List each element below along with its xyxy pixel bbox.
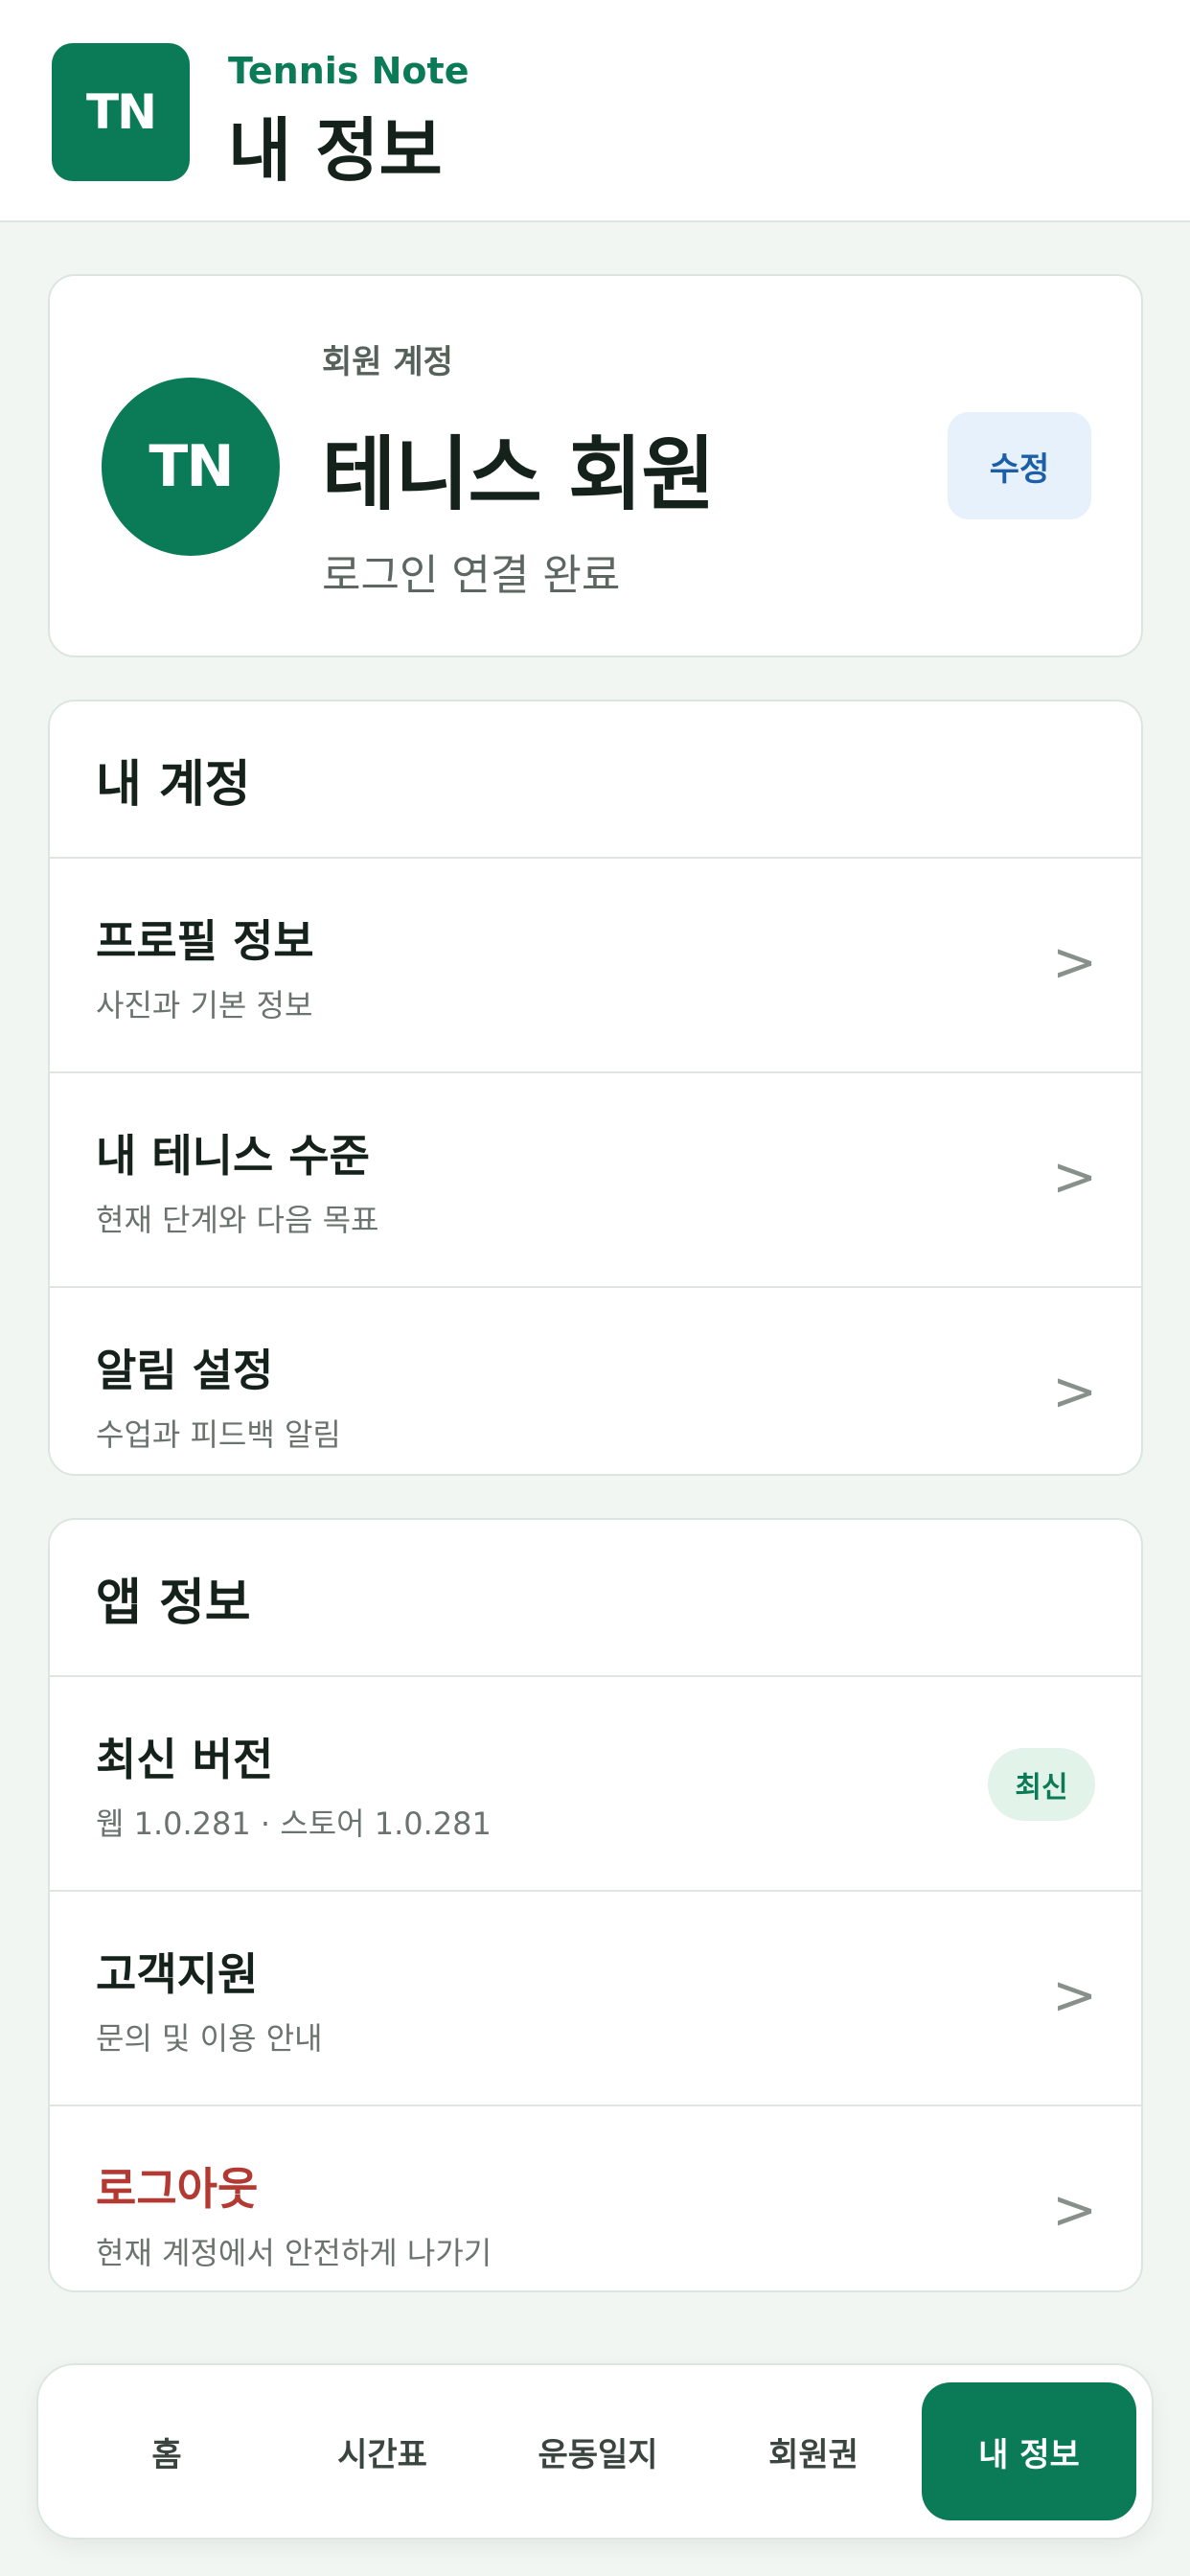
page-title: 내 정보 — [228, 110, 443, 191]
account-label: 회원 계정 — [322, 343, 453, 381]
chevron-right-icon: > — [1052, 2179, 1097, 2242]
menu-item-logout[interactable]: 로그아웃 현재 계정에서 안전하게 나가기 > — [50, 2106, 1141, 2290]
bottom-tab-bar: 홈 시간표 운동일지 회원권 내 정보 — [36, 2363, 1154, 2540]
chevron-right-icon: > — [1052, 1361, 1097, 1423]
menu-item-title: 고객지원 — [96, 1948, 259, 2000]
menu-item-customer-support[interactable]: 고객지원 문의 및 이용 안내 > — [50, 1892, 1141, 2106]
chevron-right-icon: > — [1052, 932, 1097, 994]
profile-card: TN 회원 계정 테니스 회원 로그인 연결 완료 수정 — [48, 274, 1143, 657]
tab-my-info[interactable]: 내 정보 — [922, 2382, 1136, 2520]
version-subtitle: 웹 1.0.281 · 스토어 1.0.281 — [96, 1806, 492, 1842]
tab-exercise-log[interactable]: 운동일지 — [491, 2382, 705, 2520]
tab-home[interactable]: 홈 — [59, 2382, 274, 2520]
section-title: 앱 정보 — [50, 1520, 1141, 1677]
app-logo: TN — [52, 43, 190, 181]
account-section: 내 계정 프로필 정보 사진과 기본 정보 > 내 테니스 수준 현재 단계와 … — [48, 700, 1143, 1476]
chevron-right-icon: > — [1052, 1965, 1097, 2027]
menu-item-subtitle: 수업과 피드백 알림 — [96, 1416, 341, 1453]
chevron-right-icon: > — [1052, 1146, 1097, 1208]
brand-name: Tennis Note — [228, 50, 469, 92]
tab-membership[interactable]: 회원권 — [706, 2382, 921, 2520]
edit-profile-button[interactable]: 수정 — [948, 412, 1091, 519]
version-title: 최신 버전 — [96, 1734, 274, 1785]
tab-schedule[interactable]: 시간표 — [275, 2382, 490, 2520]
menu-item-subtitle: 현재 단계와 다음 목표 — [96, 1202, 379, 1238]
login-status: 로그인 연결 완료 — [322, 551, 621, 600]
app-header: TN Tennis Note 내 정보 — [0, 0, 1190, 222]
avatar: TN — [102, 378, 280, 556]
menu-item-title: 내 테니스 수준 — [96, 1130, 370, 1182]
latest-badge: 최신 — [988, 1748, 1095, 1821]
menu-item-title: 알림 설정 — [96, 1345, 274, 1396]
version-row: 최신 버전 웹 1.0.281 · 스토어 1.0.281 최신 — [50, 1677, 1141, 1892]
menu-item-subtitle: 사진과 기본 정보 — [96, 987, 313, 1024]
section-title: 내 계정 — [50, 702, 1141, 859]
member-name: 테니스 회원 — [322, 427, 716, 521]
logout-title: 로그아웃 — [96, 2163, 259, 2215]
app-info-section: 앱 정보 최신 버전 웹 1.0.281 · 스토어 1.0.281 최신 고객… — [48, 1518, 1143, 2292]
menu-item-subtitle: 문의 및 이용 안내 — [96, 2020, 323, 2057]
menu-item-notification-settings[interactable]: 알림 설정 수업과 피드백 알림 > — [50, 1288, 1141, 1474]
menu-item-tennis-level[interactable]: 내 테니스 수준 현재 단계와 다음 목표 > — [50, 1073, 1141, 1288]
menu-item-title: 프로필 정보 — [96, 915, 314, 967]
menu-item-subtitle: 현재 계정에서 안전하게 나가기 — [96, 2235, 492, 2271]
menu-item-profile-info[interactable]: 프로필 정보 사진과 기본 정보 > — [50, 859, 1141, 1073]
